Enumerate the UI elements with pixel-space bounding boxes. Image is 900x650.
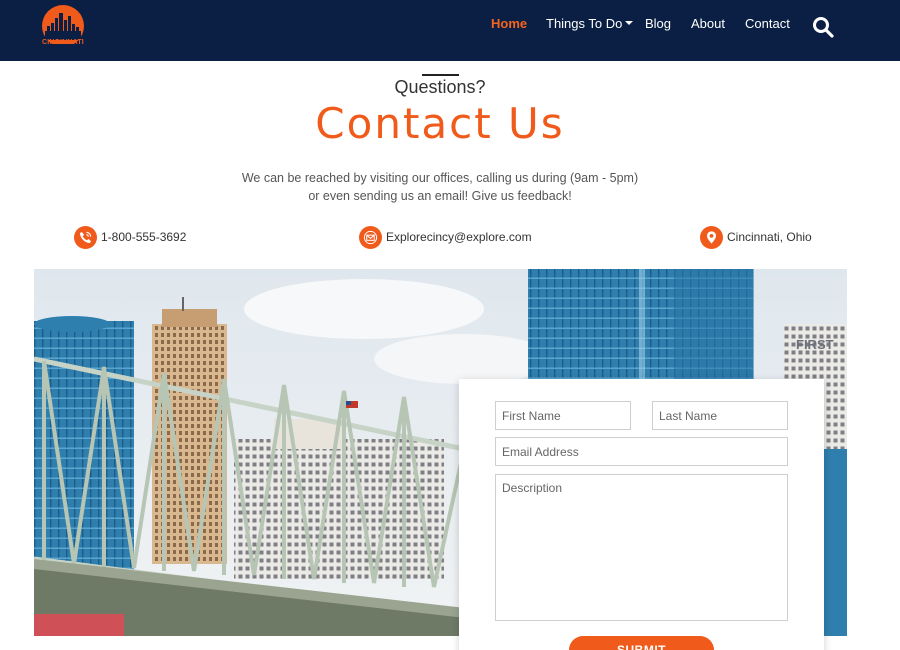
email-field[interactable] (495, 437, 788, 466)
svg-text:FIRST: FIRST (796, 337, 834, 352)
nav-menu: Home Things To Do Blog About Contact (0, 0, 900, 61)
description-line-1: We can be reached by visiting our office… (241, 171, 639, 185)
page-title: Contact Us (315, 99, 565, 148)
nav-link-blog[interactable]: Blog (645, 16, 671, 31)
contact-phone-text: 1-800-555-3692 (101, 230, 187, 244)
navbar: CINCINNATI Home Things To Do Blog About … (0, 0, 900, 61)
description-field[interactable] (495, 474, 788, 621)
page-eyebrow: Questions? (394, 77, 486, 97)
contact-location[interactable]: Cincinnati, Ohio (700, 225, 812, 249)
search-icon (813, 17, 834, 38)
contact-email-text: Explorecincy@explore.com (386, 230, 532, 244)
contact-phone[interactable]: 1-800-555-3692 (74, 225, 186, 249)
first-name-field[interactable] (495, 401, 631, 430)
description-line-2: or even sending us an email! Give us fee… (308, 189, 572, 203)
page-description: We can be reached by visiting our office… (0, 169, 880, 205)
nav-link-things-to-do[interactable]: Things To Do (546, 16, 634, 31)
title-divider (422, 74, 459, 76)
email-icon (359, 225, 382, 249)
submit-button[interactable]: SUBMIT (569, 636, 714, 650)
location-pin-icon (700, 225, 723, 249)
chevron-down-icon (625, 21, 634, 25)
contact-email[interactable]: Explorecincy@explore.com (359, 225, 532, 249)
nav-link-about[interactable]: About (691, 16, 725, 31)
search-button[interactable] (811, 15, 835, 39)
nav-link-home[interactable]: Home (491, 16, 527, 31)
phone-icon (74, 225, 97, 249)
last-name-field[interactable] (652, 401, 788, 430)
contact-location-text: Cincinnati, Ohio (727, 230, 812, 244)
contact-form: SUBMIT (459, 379, 824, 650)
nav-link-things-to-do-label: Things To Do (546, 16, 623, 31)
nav-link-contact[interactable]: Contact (745, 16, 790, 31)
